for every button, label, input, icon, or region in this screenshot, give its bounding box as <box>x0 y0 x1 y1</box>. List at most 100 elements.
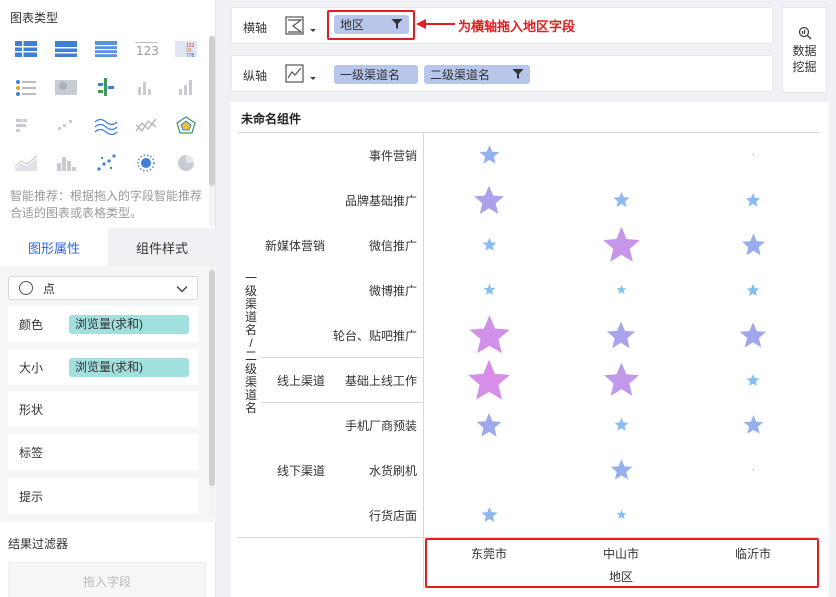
detail-table-icon[interactable] <box>88 36 124 62</box>
label-label: 标签 <box>19 445 44 460</box>
star-point[interactable] <box>742 413 765 436</box>
chart-type-grid: 123 123 99 778 <box>8 36 206 176</box>
star-point[interactable] <box>466 357 512 403</box>
chart-types-scrollbar-thumb[interactable] <box>209 36 215 186</box>
props-scrollbar-thumb[interactable] <box>209 270 215 486</box>
group-divider <box>261 357 423 358</box>
star-point[interactable] <box>751 152 756 157</box>
group-divider <box>261 402 423 403</box>
annotation-text: 为横轴拖入地区字段 <box>458 19 576 34</box>
star-point[interactable] <box>609 457 634 482</box>
star-point[interactable] <box>605 319 637 351</box>
mark-type-value: 点 <box>43 281 56 296</box>
tooltip-property[interactable]: 提示 <box>8 478 198 514</box>
row-label: 事件营销 <box>368 148 417 163</box>
star-point[interactable] <box>467 312 512 357</box>
row-label: 行货店面 <box>368 508 417 523</box>
row-label: 水货刷机 <box>368 463 417 478</box>
data-mining-icon <box>798 26 812 40</box>
x-field-highlight <box>327 10 415 40</box>
shape-property[interactable]: 形状 <box>8 391 198 427</box>
star-point[interactable] <box>480 505 499 524</box>
star-point[interactable] <box>602 360 641 399</box>
filter-drop-zone[interactable]: 拖入字段 <box>8 562 206 597</box>
star-point[interactable] <box>615 508 628 521</box>
star-point[interactable] <box>601 224 642 265</box>
chart-panel: 未命名组件 一级渠道名 / 二级渠道名 新媒体营销 事件营销 品牌基础推广 微信推广 微博推… <box>231 102 829 597</box>
star-point[interactable] <box>613 416 630 433</box>
size-field-pill[interactable]: 浏览量(求和) <box>69 357 189 377</box>
svg-text:123: 123 <box>136 44 158 58</box>
star-point[interactable] <box>745 282 761 298</box>
star-point[interactable] <box>740 231 767 258</box>
y-field1-label: 一级渠道名 <box>340 68 401 82</box>
tooltip-label: 提示 <box>19 489 44 504</box>
y-field-pill-level1[interactable]: 一级渠道名 <box>334 65 418 84</box>
y-axis-title: 一级渠道名 / 二级渠道名 <box>243 272 259 415</box>
row-label: 手机厂商预装 <box>344 418 417 433</box>
area-icon[interactable] <box>8 150 44 176</box>
bar-icon[interactable] <box>168 74 204 100</box>
tab-component-style[interactable]: 组件样式 <box>108 228 216 266</box>
y-axis-sort-icon[interactable] <box>284 63 320 85</box>
star-point[interactable] <box>744 191 762 209</box>
data-mining-button[interactable]: 数据 挖掘 <box>782 7 827 93</box>
histogram-icon[interactable] <box>48 150 84 176</box>
group-label: 新媒体营销 <box>264 238 325 253</box>
y-field-pill-level2[interactable]: 二级渠道名 <box>424 65 530 84</box>
annotation-arrow-icon <box>416 19 455 29</box>
x-axis-sort-icon[interactable] <box>284 15 320 37</box>
color-table-icon[interactable]: 123 99 778 <box>168 36 204 62</box>
filter-icon[interactable] <box>512 68 524 80</box>
row-label: 基础上线工作 <box>344 373 417 388</box>
left-panel: 图表类型 123 123 99 778 智能推荐：根据拖入的字段智能推荐合适的图表或表… <box>0 0 216 597</box>
color-field-pill[interactable]: 浏览量(求和) <box>69 314 189 334</box>
smart-recommend-tip: 智能推荐：根据拖入的字段智能推荐合适的图表或表格类型。 <box>10 189 203 220</box>
star-point[interactable] <box>475 411 503 439</box>
wave-icon[interactable] <box>88 112 124 138</box>
color-label: 颜色 <box>19 317 44 332</box>
range-icon[interactable] <box>128 112 164 138</box>
radar-icon[interactable] <box>168 112 204 138</box>
star-point[interactable] <box>738 320 768 350</box>
data-mining-label-2: 挖掘 <box>792 59 817 74</box>
metric-list-icon[interactable] <box>8 74 44 100</box>
star-point[interactable] <box>481 236 498 253</box>
circle-icon <box>19 281 33 295</box>
cross-table-icon[interactable] <box>48 36 84 62</box>
star-point[interactable] <box>482 282 497 297</box>
row-label: 轮台、贴吧推广 <box>332 328 417 343</box>
result-filter-title: 结果过滤器 <box>8 537 69 551</box>
number-card-icon[interactable]: 123 <box>128 36 164 62</box>
dot-cluster-icon[interactable] <box>88 74 124 100</box>
star-point[interactable] <box>615 283 628 296</box>
star-point[interactable] <box>472 183 506 217</box>
grid-top-line <box>238 132 819 133</box>
star-point[interactable] <box>745 372 761 388</box>
size-label: 大小 <box>19 360 44 375</box>
y-field2-label: 二级渠道名 <box>430 68 491 82</box>
column-icon[interactable] <box>128 74 164 100</box>
label-property[interactable]: 标签 <box>8 434 198 470</box>
star-point[interactable] <box>751 467 756 472</box>
pie-icon[interactable] <box>168 150 204 176</box>
star-point[interactable] <box>478 143 501 166</box>
y-axis-label: 纵轴 <box>243 69 268 83</box>
size-property[interactable]: 大小 浏览量(求和) <box>8 349 198 385</box>
star-point[interactable] <box>612 190 631 209</box>
chart-title: 未命名组件 <box>241 112 302 126</box>
property-tabs: 图形属性 组件样式 <box>0 228 216 266</box>
mark-type-select[interactable]: 点 <box>8 276 198 300</box>
table-icon[interactable] <box>8 36 44 62</box>
x-axis-highlight <box>425 538 819 588</box>
bubble-icon[interactable] <box>128 150 164 176</box>
data-mining-label-1: 数据 <box>792 43 817 58</box>
row-label: 品牌基础推广 <box>344 193 417 208</box>
scatter-icon[interactable] <box>48 112 84 138</box>
chart-types-title: 图表类型 <box>10 11 59 25</box>
grouped-bar-icon[interactable] <box>8 112 44 138</box>
heatmap-icon[interactable] <box>48 74 84 100</box>
tab-graph-props[interactable]: 图形属性 <box>0 228 108 266</box>
color-property[interactable]: 颜色 浏览量(求和) <box>8 306 198 342</box>
point-icon[interactable] <box>88 150 124 176</box>
